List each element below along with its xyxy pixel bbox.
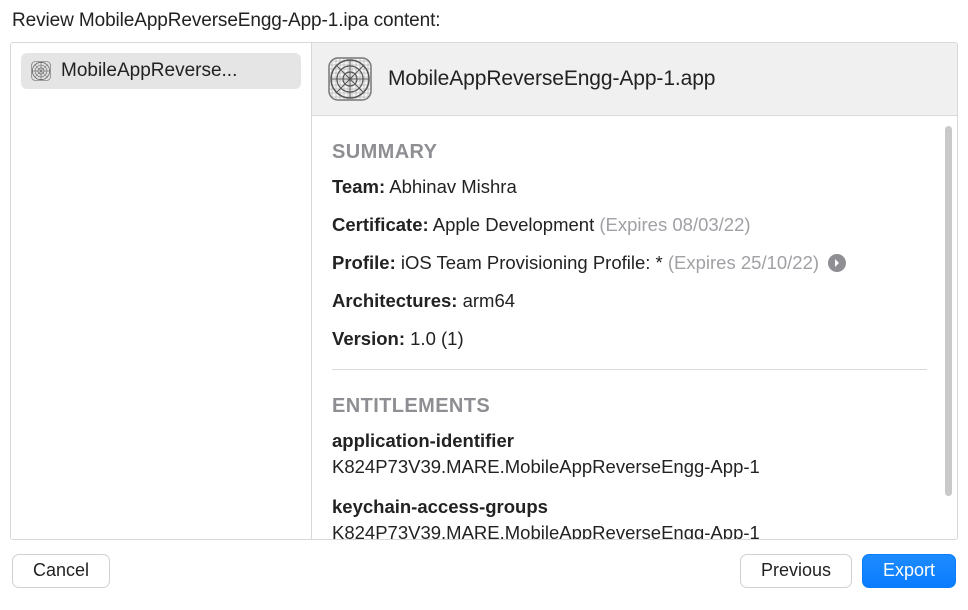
app-blueprint-icon: [328, 57, 372, 101]
summary-architectures-row: Architectures: arm64: [332, 288, 927, 314]
team-value: Abhinav Mishra: [389, 176, 517, 197]
profile-details-arrow-icon[interactable]: [828, 254, 846, 272]
certificate-expiry: (Expires 08/03/22): [599, 214, 750, 235]
entitlements-heading: ENTITLEMENTS: [332, 392, 927, 420]
summary-version-row: Version: 1.0 (1): [332, 326, 927, 352]
app-name-title: MobileAppReverseEngg-App-1.app: [388, 67, 715, 91]
sidebar: MobileAppReverse...: [11, 43, 311, 539]
entitlement-key: application-identifier: [332, 428, 927, 454]
cancel-button[interactable]: Cancel: [12, 554, 110, 588]
profile-value: iOS Team Provisioning Profile: *: [401, 252, 663, 273]
team-label: Team:: [332, 176, 385, 197]
content-frame: MobileAppReverse... MobileAppReverseEngg…: [10, 42, 958, 540]
export-button[interactable]: Export: [862, 554, 956, 588]
summary-heading: SUMMARY: [332, 138, 927, 166]
entitlement-value: K824P73V39.MARE.MobileAppReverseEngg-App…: [332, 520, 927, 539]
previous-button[interactable]: Previous: [740, 554, 852, 588]
footer-button-bar: Cancel Previous Export: [10, 540, 958, 588]
app-header: MobileAppReverseEngg-App-1.app: [312, 43, 957, 116]
profile-label: Profile:: [332, 252, 396, 273]
summary-team-row: Team: Abhinav Mishra: [332, 174, 927, 200]
profile-expiry: (Expires 25/10/22): [668, 252, 819, 273]
architectures-value: arm64: [463, 290, 515, 311]
sidebar-item-label: MobileAppReverse...: [61, 60, 237, 82]
entitlement-key: keychain-access-groups: [332, 494, 927, 520]
sidebar-item-app[interactable]: MobileAppReverse...: [21, 53, 301, 89]
version-value: 1.0 (1): [410, 328, 463, 349]
section-divider: [332, 369, 927, 370]
entitlement-value: K824P73V39.MARE.MobileAppReverseEngg-App…: [332, 454, 927, 480]
architectures-label: Architectures:: [332, 290, 457, 311]
details-scroll-area: SUMMARY Team: Abhinav Mishra Certificate…: [312, 116, 957, 539]
app-blueprint-icon: [31, 61, 51, 81]
summary-profile-row: Profile: iOS Team Provisioning Profile: …: [332, 250, 927, 276]
summary-certificate-row: Certificate: Apple Development (Expires …: [332, 212, 927, 238]
window-title: Review MobileAppReverseEngg-App-1.ipa co…: [10, 10, 958, 42]
certificate-label: Certificate:: [332, 214, 429, 235]
vertical-scrollbar[interactable]: [945, 126, 952, 496]
entitlement-item: keychain-access-groups K824P73V39.MARE.M…: [332, 494, 927, 539]
certificate-value: Apple Development: [433, 214, 594, 235]
entitlement-item: application-identifier K824P73V39.MARE.M…: [332, 428, 927, 480]
details-content: SUMMARY Team: Abhinav Mishra Certificate…: [312, 116, 957, 539]
version-label: Version:: [332, 328, 405, 349]
main-area: MobileAppReverseEngg-App-1.app SUMMARY T…: [311, 43, 957, 539]
